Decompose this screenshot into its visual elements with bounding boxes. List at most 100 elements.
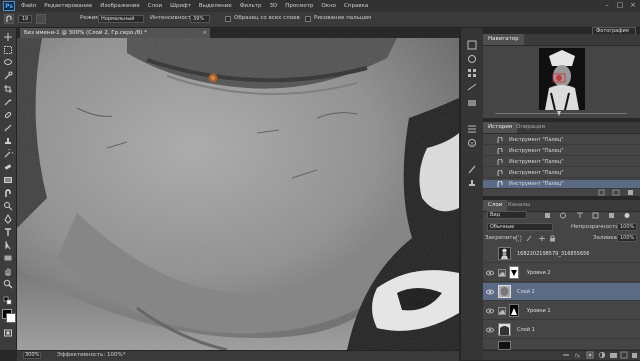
- history-item[interactable]: Инструмент "Палец": [483, 136, 640, 145]
- document-canvas[interactable]: [17, 38, 459, 350]
- quick-selection-tool-icon[interactable]: [3, 71, 13, 81]
- menu-help[interactable]: Справка: [344, 3, 368, 9]
- visibility-eye-icon[interactable]: [486, 289, 494, 295]
- adjustments-panel-icon[interactable]: [466, 82, 478, 92]
- visibility-eye-icon[interactable]: [486, 308, 494, 314]
- tab-channels[interactable]: Каналы: [503, 200, 535, 211]
- navigator-thumbnail[interactable]: [539, 48, 585, 110]
- opacity-value: 100%: [620, 224, 635, 230]
- history-item-label: Инструмент "Палец": [509, 148, 564, 154]
- document-tab[interactable]: Без имени-1 @ 300% (Слой 2, Гр.серо./8) …: [20, 28, 210, 38]
- close-document-icon[interactable]: ×: [202, 28, 207, 38]
- layer-row-selected[interactable]: Слой 2: [483, 283, 640, 301]
- blend-mode-select[interactable]: Обычные: [487, 223, 553, 231]
- menu-select[interactable]: Выделение: [199, 3, 232, 9]
- document-title: Без имени-1 @ 300% (Слой 2, Гр.серо./8) …: [24, 30, 147, 36]
- svg-text:fx: fx: [575, 354, 581, 360]
- rectangle-tool-icon[interactable]: [3, 253, 13, 263]
- brush-tool-icon[interactable]: [3, 123, 13, 133]
- layers-panel-actions: fx: [483, 350, 640, 360]
- layer-row[interactable]: Слой 1: [483, 321, 640, 339]
- navigator-zoom-slider[interactable]: [487, 111, 636, 116]
- healing-brush-tool-icon[interactable]: [3, 110, 13, 120]
- clone-source-icon[interactable]: [466, 178, 478, 188]
- eraser-tool-icon[interactable]: [3, 162, 13, 172]
- brush-presets-icon[interactable]: [466, 164, 478, 174]
- layer-filter-kind-select[interactable]: Вид: [487, 211, 527, 219]
- pen-tool-icon[interactable]: [3, 214, 13, 224]
- intensity-input[interactable]: 39%: [190, 15, 210, 23]
- dodge-tool-icon[interactable]: [3, 201, 13, 211]
- menu-filter[interactable]: Фильтр: [240, 3, 262, 9]
- sample-all-layers-checkbox[interactable]: [225, 16, 231, 22]
- mode-select[interactable]: Нормальный: [98, 15, 144, 23]
- lasso-tool-icon[interactable]: [3, 58, 13, 68]
- history-item[interactable]: Инструмент "Палец": [483, 158, 640, 167]
- clone-stamp-tool-icon[interactable]: [3, 136, 13, 146]
- menu-view[interactable]: Просмотр: [285, 3, 313, 9]
- fill-input[interactable]: 100%: [617, 234, 637, 242]
- collapsed-panel-strip: [460, 28, 484, 360]
- type-tool-icon[interactable]: [3, 227, 13, 237]
- opacity-label: Непрозрачность:: [571, 224, 621, 230]
- color-panel-icon[interactable]: [466, 54, 478, 64]
- photoshop-logo: Ps: [3, 1, 15, 11]
- history-item[interactable]: Инструмент "Палец": [483, 147, 640, 156]
- history-brush-tool-icon[interactable]: [3, 146, 16, 159]
- menu-window[interactable]: Окно: [321, 3, 336, 9]
- sample-all-layers-label: Образец со всех слоев: [234, 15, 300, 21]
- hand-tool-icon[interactable]: [3, 266, 13, 276]
- layer-thumbnail: [498, 285, 511, 298]
- menu-file[interactable]: Файл: [21, 3, 36, 9]
- menu-edit[interactable]: Редактирование: [44, 3, 92, 9]
- eyedropper-tool-icon[interactable]: [3, 97, 13, 107]
- path-selection-tool-icon[interactable]: [3, 240, 13, 250]
- layer-comps-icon[interactable]: [466, 40, 478, 50]
- layer-filter-icons[interactable]: [543, 212, 633, 219]
- brush-size-picker[interactable]: 19: [18, 15, 32, 23]
- menu-image[interactable]: Изображение: [100, 3, 140, 9]
- lock-icons[interactable]: [515, 235, 557, 242]
- history-panel: История Операции Инструмент "Палец" Инст…: [483, 122, 640, 196]
- opacity-input[interactable]: 100%: [617, 223, 637, 231]
- brush-panel-toggle-icon[interactable]: [36, 14, 46, 24]
- tab-navigator[interactable]: Навигатор: [483, 34, 524, 45]
- zoom-tool-icon[interactable]: [3, 279, 13, 289]
- menu-bar: Ps Файл Редактирование Изображение Слои …: [0, 0, 640, 12]
- layer-name: Уровни 1: [527, 308, 551, 314]
- history-item-current[interactable]: Инструмент "Палец": [483, 180, 640, 189]
- info-panel-icon[interactable]: [466, 138, 478, 148]
- history-item[interactable]: Инструмент "Палец": [483, 169, 640, 178]
- marquee-tool-icon[interactable]: [3, 45, 13, 55]
- smudge-tool-icon[interactable]: [3, 188, 13, 198]
- styles-panel-icon[interactable]: [466, 98, 478, 108]
- crop-tool-icon[interactable]: [3, 84, 13, 94]
- layer-row[interactable]: Уровни 1: [483, 302, 640, 320]
- layer-row[interactable]: Уровни 2: [483, 264, 640, 282]
- menu-layers[interactable]: Слои: [148, 3, 162, 9]
- zoom-level-field[interactable]: 300%: [23, 352, 41, 359]
- zoom-level-value: 300%: [25, 352, 40, 358]
- gradient-tool-icon[interactable]: [3, 175, 13, 185]
- minimize-button[interactable]: –: [602, 1, 612, 10]
- default-colors-icon[interactable]: [3, 296, 13, 306]
- tab-actions[interactable]: Операции: [511, 122, 550, 133]
- quick-mask-icon[interactable]: [3, 328, 13, 338]
- layer-name: Слой 1: [517, 327, 535, 333]
- finger-painting-checkbox[interactable]: [305, 16, 311, 22]
- visibility-eye-icon[interactable]: [486, 270, 494, 276]
- layer-name: Уровни 2: [527, 270, 551, 276]
- maximize-button[interactable]: □: [615, 1, 625, 10]
- layer-row-partial[interactable]: [483, 340, 640, 350]
- smudge-tool-preset-icon[interactable]: [4, 14, 14, 24]
- move-tool-icon[interactable]: [3, 32, 13, 42]
- layer-row[interactable]: 1682202198579_316855656: [483, 245, 640, 263]
- menu-type[interactable]: Шрифт: [170, 3, 191, 9]
- properties-panel-icon[interactable]: [466, 124, 478, 134]
- swatches-panel-icon[interactable]: [466, 68, 478, 78]
- close-window-button[interactable]: ×: [628, 1, 638, 10]
- history-panel-header: История Операции: [483, 122, 640, 134]
- background-color-swatch[interactable]: [6, 313, 16, 323]
- visibility-eye-icon[interactable]: [486, 327, 494, 333]
- menu-3d[interactable]: 3D: [269, 3, 277, 9]
